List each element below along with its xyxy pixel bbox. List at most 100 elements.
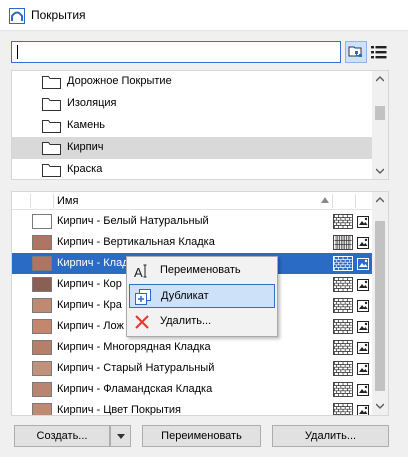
texture-image-icon[interactable] xyxy=(357,383,370,396)
texture-image-icon[interactable] xyxy=(357,236,370,249)
rename-icon: A xyxy=(134,264,147,279)
menu-item-delete[interactable]: Удалить... xyxy=(129,310,275,334)
texture-image-icon[interactable] xyxy=(357,215,370,228)
folder-icon xyxy=(42,76,61,89)
material-name: Кирпич - Лож xyxy=(57,320,124,332)
color-swatch xyxy=(32,256,52,271)
color-swatch xyxy=(32,340,52,355)
folder-tree[interactable]: Дорожное Покрытие Изоляция Камень Кирпич… xyxy=(11,70,389,180)
texture-image-icon[interactable] xyxy=(357,278,370,291)
color-swatch xyxy=(32,361,52,376)
menu-item-label: Дубликат xyxy=(161,290,209,302)
menu-item-label: Удалить... xyxy=(160,315,212,327)
column-divider xyxy=(332,194,333,208)
hatch-pattern-icon[interactable] xyxy=(333,382,353,397)
folder-icon xyxy=(42,164,61,177)
hatch-pattern-icon[interactable] xyxy=(333,277,353,292)
column-divider xyxy=(30,194,31,208)
scroll-down-icon[interactable] xyxy=(376,167,384,175)
texture-image-icon[interactable] xyxy=(357,362,370,375)
material-name: Кирпич - Фламандская Кладка xyxy=(57,383,213,395)
svg-text:A: A xyxy=(134,265,143,279)
color-swatch xyxy=(32,319,52,334)
tree-item-label: Камень xyxy=(67,119,106,131)
hatch-pattern-icon[interactable] xyxy=(333,256,353,271)
hatch-pattern-icon[interactable] xyxy=(333,403,353,416)
color-swatch xyxy=(32,214,52,229)
hatch-pattern-icon[interactable] xyxy=(333,298,353,313)
color-swatch xyxy=(32,382,52,397)
duplicate-icon xyxy=(135,289,151,305)
scroll-up-icon[interactable] xyxy=(376,75,384,83)
material-name: Кирпич - Многорядная Кладка xyxy=(57,341,211,353)
hatch-pattern-icon[interactable] xyxy=(333,235,353,250)
material-name: Кирпич - Кор xyxy=(57,278,122,290)
material-row[interactable]: Кирпич - Многорядная Кладка xyxy=(12,337,374,358)
column-header-name[interactable]: Имя xyxy=(57,195,78,207)
hatch-pattern-icon[interactable] xyxy=(333,214,353,229)
tree-item-label: Краска xyxy=(67,163,103,175)
material-row[interactable]: Кирпич - Вертикальная Кладка xyxy=(12,232,374,253)
column-divider xyxy=(355,194,356,208)
material-name: Кирпич - Старый Натуральный xyxy=(57,362,215,374)
color-swatch xyxy=(32,277,52,292)
folder-icon xyxy=(42,120,61,133)
texture-image-icon[interactable] xyxy=(357,404,370,416)
window-title: Покрытия xyxy=(31,8,86,22)
menu-item-rename[interactable]: A Переименовать xyxy=(129,259,275,283)
folder-tree-icon xyxy=(348,46,362,57)
sort-ascending-icon[interactable] xyxy=(321,197,329,203)
list-scrollbar[interactable] xyxy=(372,192,388,415)
material-name: Кирпич - Кра xyxy=(57,299,122,311)
list-header: Имя xyxy=(12,192,374,210)
hatch-pattern-icon[interactable] xyxy=(333,361,353,376)
tree-item-label: Изоляция xyxy=(67,97,117,109)
tree-view-button[interactable] xyxy=(345,41,367,63)
column-divider xyxy=(53,194,54,208)
tree-item-road[interactable]: Дорожное Покрытие xyxy=(12,71,374,93)
search-input[interactable] xyxy=(11,41,341,63)
scroll-thumb[interactable] xyxy=(375,221,385,391)
text-caret xyxy=(17,45,18,59)
scroll-up-icon[interactable] xyxy=(376,196,384,204)
menu-item-label: Переименовать xyxy=(160,264,241,276)
hatch-pattern-icon[interactable] xyxy=(333,340,353,355)
color-swatch xyxy=(32,298,52,313)
scroll-thumb[interactable] xyxy=(375,106,385,120)
delete-button[interactable]: Удалить... xyxy=(272,425,389,447)
material-row[interactable]: Кирпич - Цвет Покрытия xyxy=(12,400,374,416)
tree-item-label: Кирпич xyxy=(67,141,104,153)
material-name: Кирпич - Белый Натуральный xyxy=(57,215,209,227)
chevron-down-icon xyxy=(116,434,125,439)
folder-icon xyxy=(42,142,61,155)
app-icon xyxy=(9,8,25,24)
scroll-down-icon[interactable] xyxy=(376,402,384,410)
material-row[interactable]: Кирпич - Старый Натуральный xyxy=(12,358,374,379)
material-row[interactable]: Кирпич - Фламандская Кладка xyxy=(12,379,374,400)
hatch-pattern-icon[interactable] xyxy=(333,319,353,334)
list-view-icon[interactable] xyxy=(370,43,388,61)
tree-item-insulation[interactable]: Изоляция xyxy=(12,93,374,115)
texture-image-icon[interactable] xyxy=(357,257,370,270)
folder-icon xyxy=(42,98,61,111)
tree-scrollbar[interactable] xyxy=(372,71,388,179)
tree-item-brick[interactable]: Кирпич xyxy=(12,137,374,159)
title-bar: Покрытия xyxy=(0,0,408,31)
color-swatch xyxy=(32,403,52,415)
create-button[interactable]: Создать... xyxy=(14,425,110,447)
rename-button[interactable]: Переименовать xyxy=(142,425,261,447)
texture-image-icon[interactable] xyxy=(357,320,370,333)
context-menu: A Переименовать Дубликат Удалить... xyxy=(126,256,278,337)
tree-item-stone[interactable]: Камень xyxy=(12,115,374,137)
material-name: Кирпич - Вертикальная Кладка xyxy=(57,236,215,248)
tree-item-paint[interactable]: Краска xyxy=(12,159,374,179)
material-row[interactable]: Кирпич - Белый Натуральный xyxy=(12,211,374,232)
create-dropdown-button[interactable] xyxy=(110,425,131,447)
material-name: Кирпич - Цвет Покрытия xyxy=(57,404,181,416)
delete-x-icon xyxy=(135,315,149,329)
tree-item-label: Дорожное Покрытие xyxy=(67,75,172,87)
color-swatch xyxy=(32,235,52,250)
menu-item-duplicate[interactable]: Дубликат xyxy=(129,284,275,308)
texture-image-icon[interactable] xyxy=(357,341,370,354)
texture-image-icon[interactable] xyxy=(357,299,370,312)
